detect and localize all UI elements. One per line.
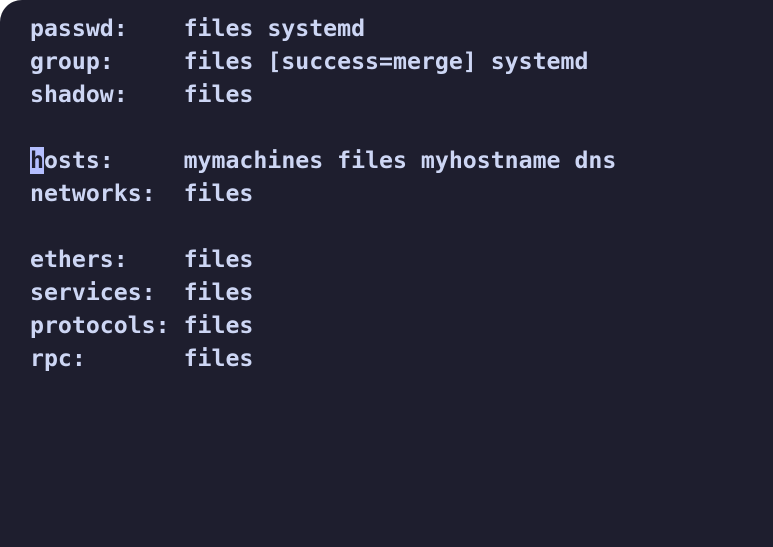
config-key: services: bbox=[30, 279, 156, 306]
config-value: files bbox=[183, 81, 254, 108]
config-value: files bbox=[183, 180, 254, 207]
editor-buffer[interactable]: passwd: files systemd group: files [succe… bbox=[30, 12, 773, 375]
terminal-window[interactable]: passwd: files systemd group: files [succe… bbox=[0, 0, 773, 547]
config-value: files bbox=[183, 312, 254, 339]
config-key: rpc: bbox=[30, 345, 86, 372]
config-key: hosts: bbox=[30, 147, 114, 174]
buffer-line[interactable]: group: files [success=merge] systemd bbox=[30, 45, 773, 78]
buffer-line[interactable]: protocols: files bbox=[30, 309, 773, 342]
config-key: shadow: bbox=[30, 81, 128, 108]
buffer-line[interactable] bbox=[30, 111, 773, 144]
config-key: protocols: bbox=[30, 312, 170, 339]
buffer-line[interactable]: networks: files bbox=[30, 177, 773, 210]
config-value: files bbox=[183, 246, 254, 273]
config-value: files systemd bbox=[183, 15, 366, 42]
buffer-line[interactable]: shadow: files bbox=[30, 78, 773, 111]
config-value: files [success=merge] systemd bbox=[183, 48, 589, 75]
buffer-line[interactable]: services: files bbox=[30, 276, 773, 309]
config-value: files bbox=[183, 279, 254, 306]
text-cursor: h bbox=[30, 147, 44, 174]
buffer-line[interactable] bbox=[30, 210, 773, 243]
buffer-line[interactable]: hosts: mymachines files myhostname dns bbox=[30, 144, 773, 177]
buffer-line[interactable]: rpc: files bbox=[30, 342, 773, 375]
config-key: ethers: bbox=[30, 246, 128, 273]
config-value: files bbox=[183, 345, 254, 372]
config-key: passwd: bbox=[30, 15, 128, 42]
buffer-line[interactable]: passwd: files systemd bbox=[30, 12, 773, 45]
config-value: mymachines files myhostname dns bbox=[183, 147, 617, 174]
buffer-line[interactable]: ethers: files bbox=[30, 243, 773, 276]
config-key: networks: bbox=[30, 180, 156, 207]
config-key: group: bbox=[30, 48, 114, 75]
